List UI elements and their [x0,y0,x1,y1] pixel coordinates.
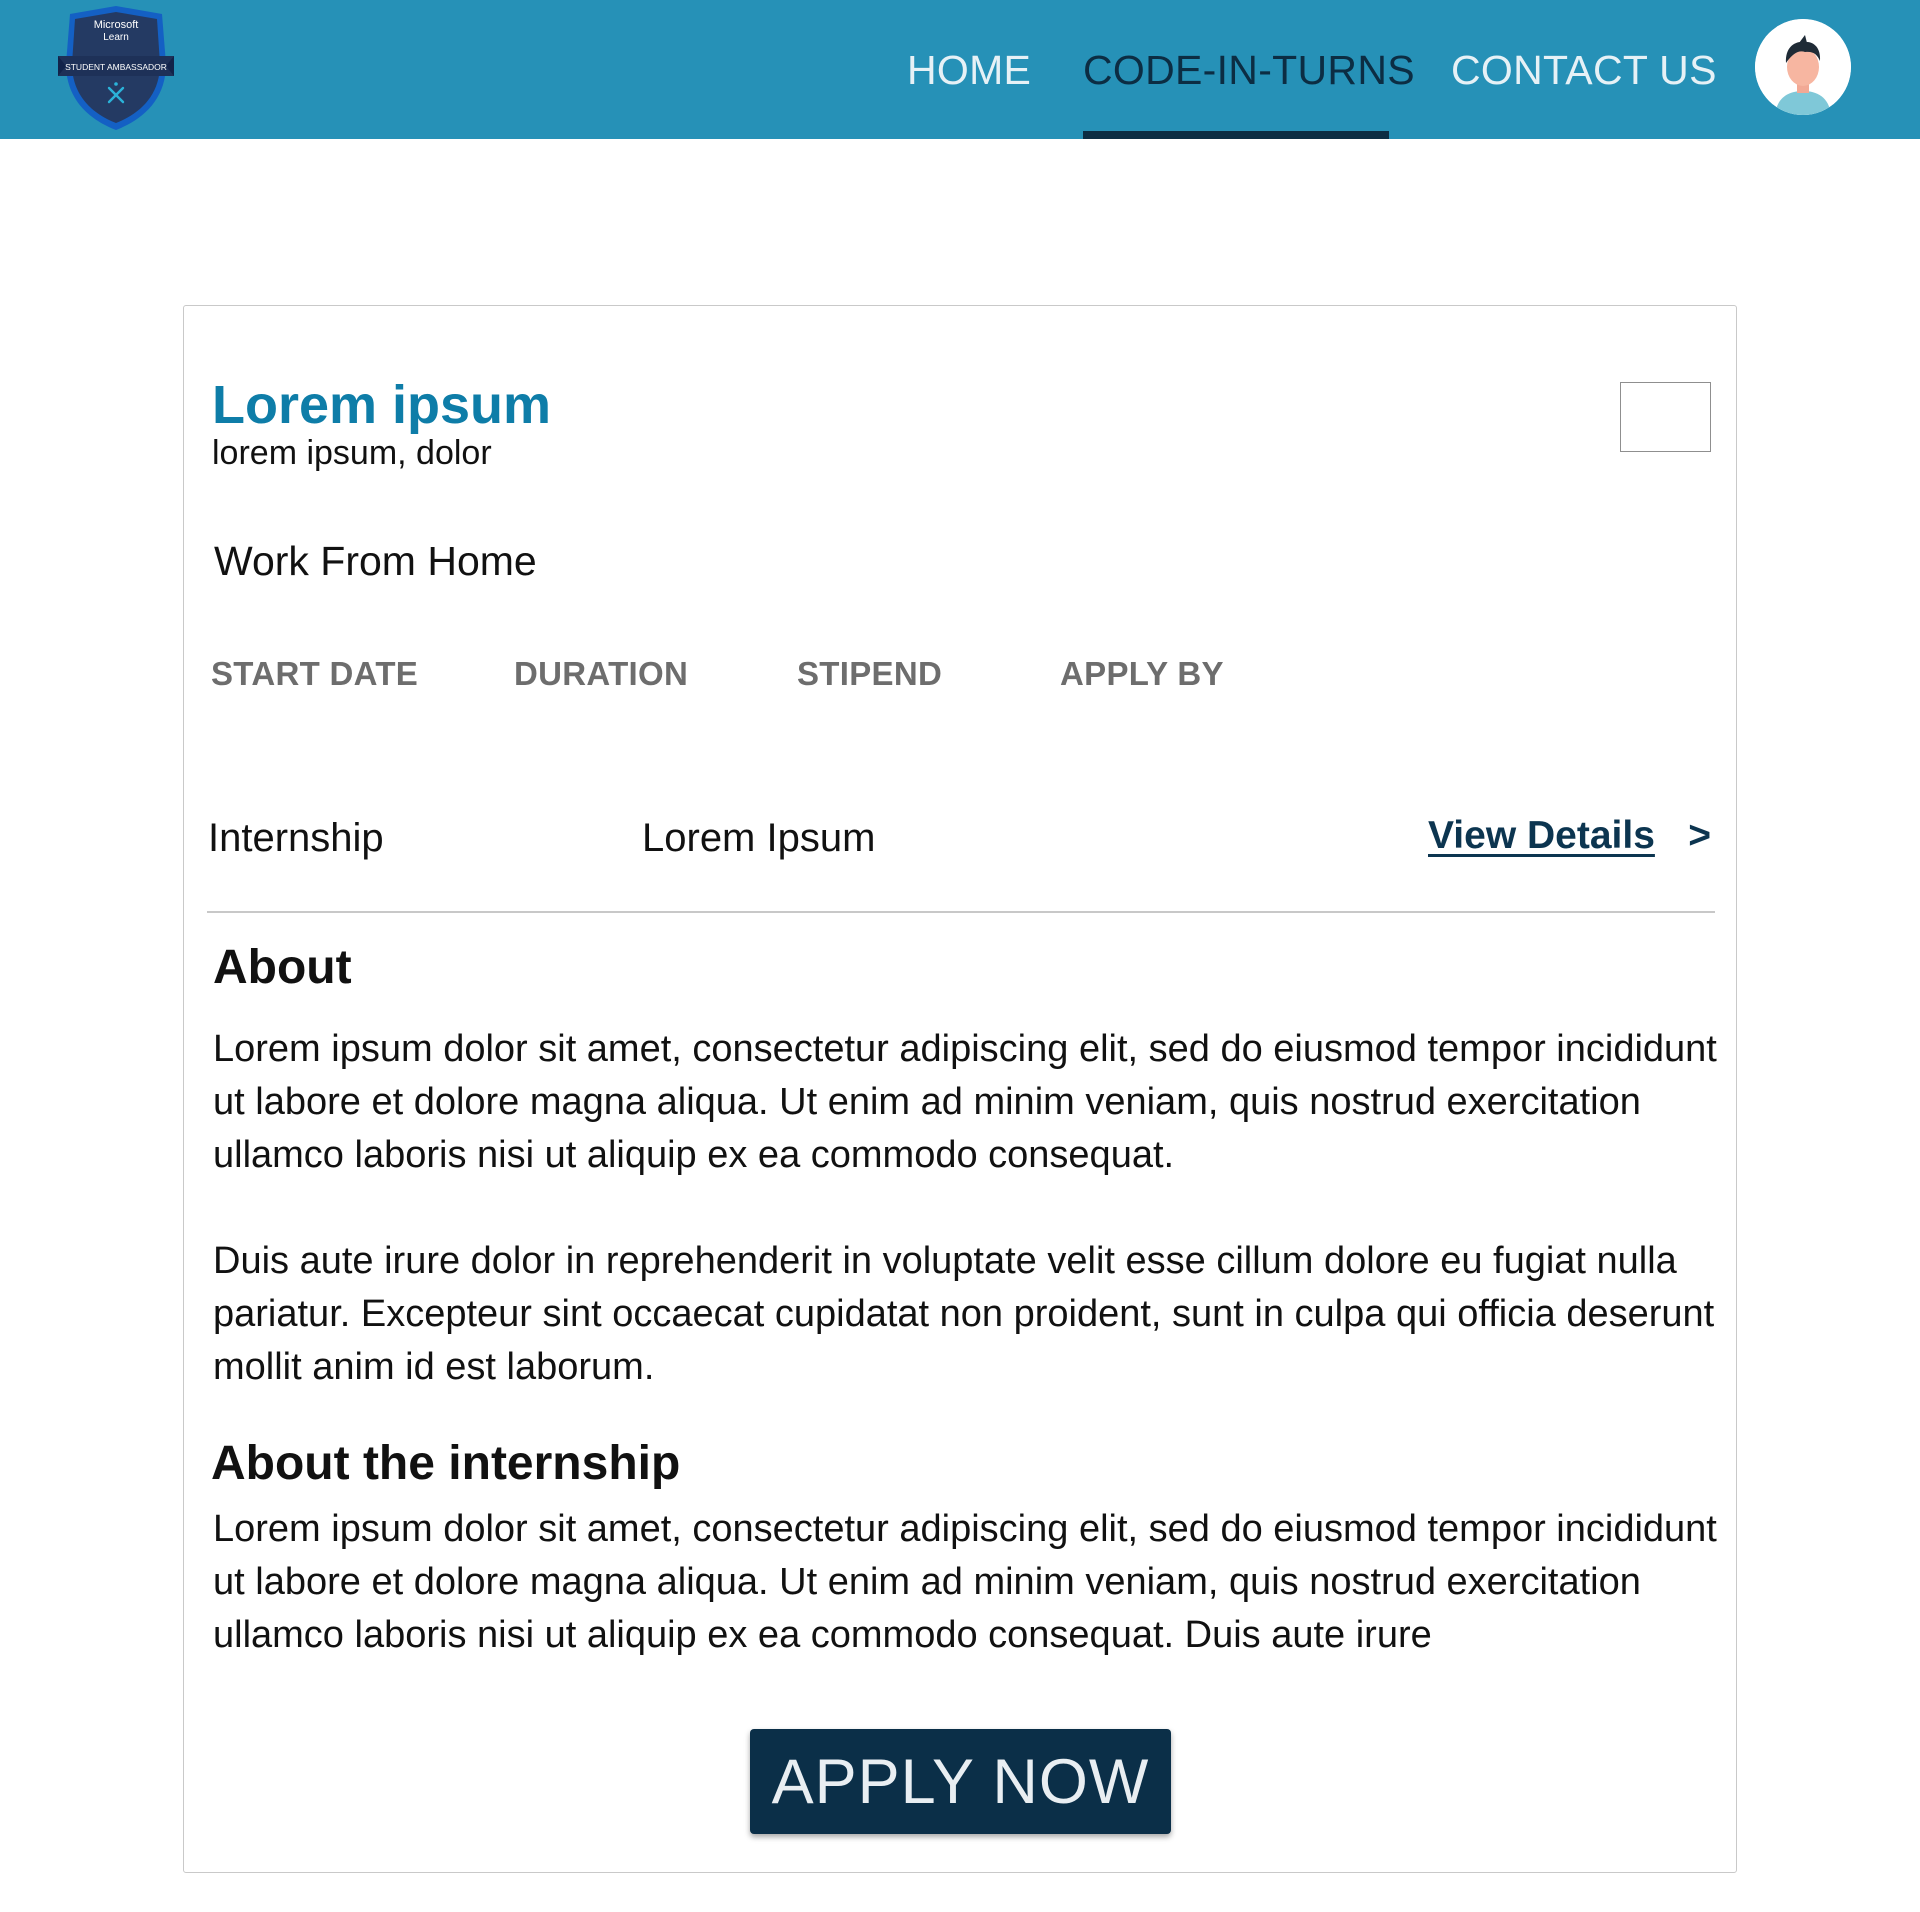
nav-home[interactable]: HOME [907,44,1031,96]
top-navbar: Microsoft Learn STUDENT AMBASSADOR HOME … [0,0,1920,139]
section-divider [207,911,1715,913]
bookmark-checkbox[interactable] [1620,382,1711,452]
user-avatar[interactable] [1755,19,1851,115]
view-details-link[interactable]: View Details > [1428,814,1711,858]
label-stipend: STIPEND [797,655,943,692]
label-start-date: START DATE [211,655,419,692]
student-ambassador-logo[interactable]: Microsoft Learn STUDENT AMBASSADOR [56,2,176,134]
about-internship-paragraph: Lorem ipsum dolor sit amet, consectetur … [213,1508,1717,1656]
listing-subtitle: lorem ipsum, dolor [212,434,492,472]
logo-text-microsoft: Microsoft [94,19,139,31]
about-internship-heading: About the internship [211,1437,681,1490]
about-paragraph-1: Lorem ipsum dolor sit amet, consectetur … [213,1028,1717,1176]
nav-active-indicator [1083,131,1389,139]
listing-type: Internship [208,816,384,860]
apply-now-button[interactable]: APPLY NOW [750,1729,1171,1834]
view-details-label: View Details [1428,814,1655,857]
nav-contact-us[interactable]: CONTACT US [1451,44,1716,96]
logo-ribbon-text: STUDENT AMBASSADOR [65,62,167,72]
label-duration: DURATION [514,655,689,692]
listing-location: Work From Home [214,538,537,584]
listing-title: Lorem ipsum [212,375,552,435]
label-apply-by: APPLY BY [1060,655,1224,692]
internship-card: Lorem ipsum lorem ipsum, dolor Work From… [183,305,1737,1873]
nav-code-in-turns[interactable]: CODE-IN-TURNS [1083,44,1415,96]
about-heading: About [213,941,352,994]
user-avatar-icon [1755,19,1851,115]
chevron-right-icon: > [1688,814,1711,857]
listing-company: Lorem Ipsum [642,816,876,860]
logo-text-learn: Learn [103,32,129,43]
about-paragraph-2: Duis aute irure dolor in reprehenderit i… [213,1240,1715,1388]
